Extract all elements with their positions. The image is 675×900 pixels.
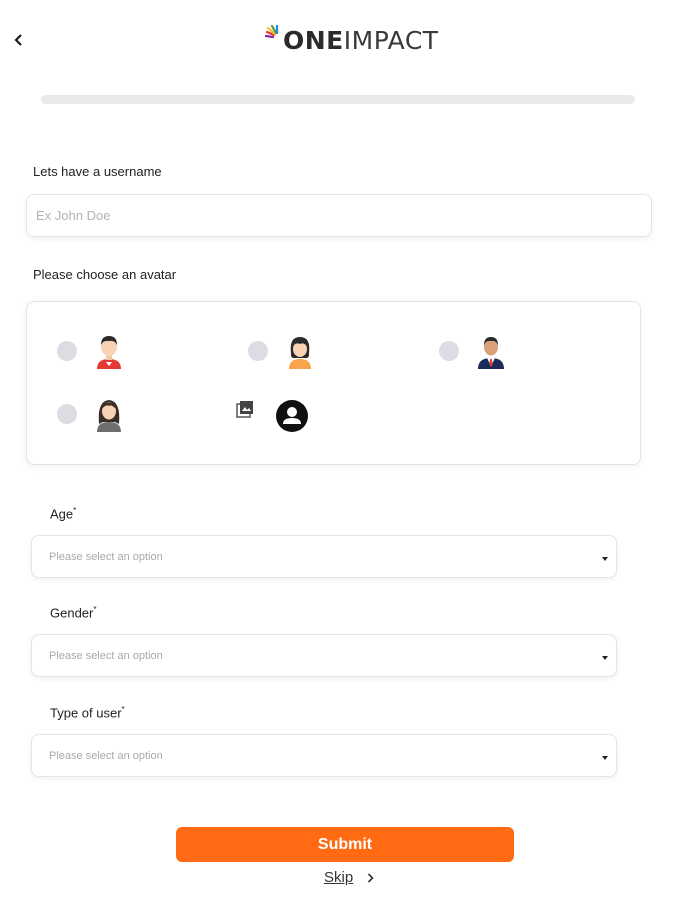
app-logo: ONE IMPACT <box>265 22 439 58</box>
logo-text-light: IMPACT <box>343 25 439 55</box>
avatar-radio[interactable] <box>439 341 459 361</box>
male-avatar-icon <box>97 336 121 369</box>
logo-text-bold: ONE <box>283 25 344 55</box>
businessman-avatar-icon <box>478 337 504 369</box>
back-button[interactable] <box>10 30 28 50</box>
chevron-left-icon <box>14 34 22 46</box>
caret-down-icon <box>602 655 608 660</box>
avatar-option-businessman[interactable] <box>439 333 507 369</box>
avatar-radio[interactable] <box>248 341 268 361</box>
user-type-select-placeholder: Please select an option <box>49 749 163 762</box>
gender-label-text: Gender <box>50 605 94 621</box>
avatar-picker <box>26 301 641 465</box>
avatar-option-female[interactable] <box>248 333 316 369</box>
username-input[interactable] <box>26 194 652 237</box>
logo-text: ONE IMPACT <box>283 26 439 55</box>
profile-icon[interactable] <box>276 400 308 432</box>
user-type-select[interactable]: Please select an option <box>31 734 617 777</box>
age-label-text: Age <box>50 506 74 522</box>
gender-select[interactable]: Please select an option <box>31 634 617 677</box>
chevron-right-icon <box>368 872 374 883</box>
age-select[interactable]: Please select an option <box>31 535 617 578</box>
caret-down-icon <box>602 755 608 760</box>
gallery-icon[interactable] <box>236 400 254 418</box>
skip-label: Skip <box>324 869 354 886</box>
age-select-placeholder: Please select an option <box>49 550 163 563</box>
avatar-radio[interactable] <box>57 404 77 424</box>
avatar-option-male[interactable] <box>57 333 125 369</box>
required-mark: * <box>73 506 77 515</box>
user-type-label: Type of user* <box>50 705 125 720</box>
age-label: Age* <box>50 506 76 521</box>
logo-mark-icon <box>265 25 279 39</box>
skip-link[interactable]: Skip <box>324 869 374 886</box>
username-label: Lets have a username <box>33 164 162 179</box>
required-mark: * <box>121 705 125 714</box>
woman-long-hair-avatar-icon <box>97 400 121 432</box>
gender-label: Gender* <box>50 605 97 620</box>
female-avatar-icon <box>289 337 311 369</box>
avatar-label: Please choose an avatar <box>33 267 177 282</box>
progress-bar <box>41 95 635 104</box>
required-mark: * <box>93 605 97 614</box>
avatar-option-woman[interactable] <box>57 396 125 432</box>
gender-select-placeholder: Please select an option <box>49 649 163 662</box>
caret-down-icon <box>602 556 608 561</box>
user-type-label-text: Type of user <box>50 705 122 721</box>
submit-button[interactable]: Submit <box>176 827 514 862</box>
avatar-radio[interactable] <box>57 341 77 361</box>
